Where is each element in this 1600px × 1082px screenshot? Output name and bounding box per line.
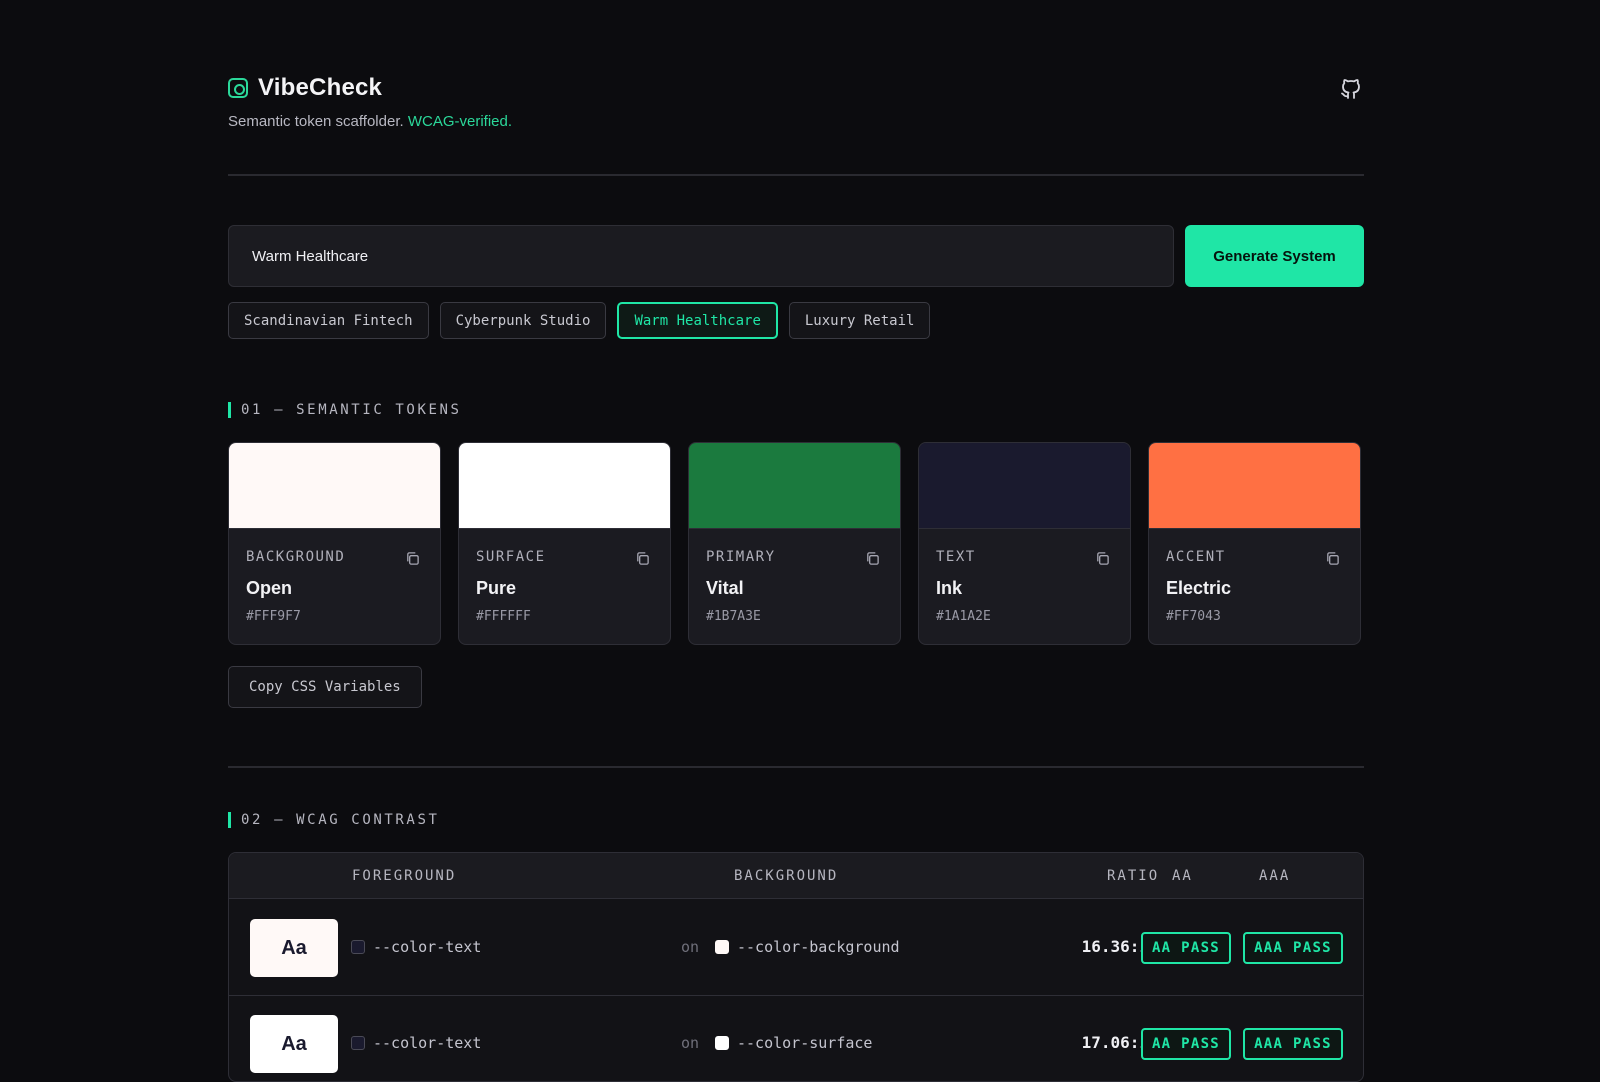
table-header: FOREGROUND BACKGROUND RATIO AA AAA bbox=[229, 853, 1363, 899]
preset-chip-warm-healthcare[interactable]: Warm Healthcare bbox=[617, 302, 778, 339]
color-dot bbox=[351, 1036, 365, 1050]
contrast-ratio: 16.36:1 bbox=[1081, 937, 1149, 956]
preset-list: Scandinavian Fintech Cyberpunk Studio Wa… bbox=[228, 302, 931, 339]
token-role: ACCENT bbox=[1166, 549, 1226, 565]
header-background: BACKGROUND bbox=[734, 868, 839, 884]
background-token-name: --color-background bbox=[737, 938, 900, 956]
color-swatch bbox=[229, 443, 440, 529]
token-hex: #FFFFFF bbox=[476, 609, 531, 624]
section-marker bbox=[228, 812, 231, 828]
aaa-pass-badge: AAA PASS bbox=[1243, 1028, 1343, 1060]
color-swatch bbox=[1149, 443, 1360, 529]
color-swatch bbox=[459, 443, 670, 529]
contrast-ratio: 17.06:1 bbox=[1081, 1033, 1149, 1052]
foreground-token: --color-text bbox=[351, 938, 481, 956]
preset-chip-cyberpunk-studio[interactable]: Cyberpunk Studio bbox=[439, 302, 607, 339]
aaa-pass-badge: AAA PASS bbox=[1243, 932, 1343, 964]
token-name: Ink bbox=[936, 578, 963, 598]
table-row: Aa --color-text on --color-surface 17.06… bbox=[229, 996, 1363, 1081]
header-foreground: FOREGROUND bbox=[352, 868, 457, 884]
on-label: on bbox=[681, 1034, 700, 1052]
section-title-text: 02 — WCAG CONTRAST bbox=[241, 812, 440, 828]
aa-pass-badge: AA PASS bbox=[1141, 1028, 1231, 1060]
token-hex: #FFF9F7 bbox=[246, 609, 301, 624]
token-name: Electric bbox=[1166, 578, 1232, 598]
token-card-text: TEXT Ink #1A1A2E bbox=[918, 442, 1131, 645]
tagline-text: Semantic token scaffolder. bbox=[228, 113, 404, 130]
foreground-token-name: --color-text bbox=[373, 1034, 482, 1052]
chip-icon bbox=[228, 78, 248, 98]
token-card-list: BACKGROUND Open #FFF9F7 SURFACE Pure #FF… bbox=[228, 442, 1361, 645]
header-aa: AA bbox=[1172, 868, 1193, 884]
tagline: Semantic token scaffolder. WCAG-verified… bbox=[228, 113, 512, 130]
background-token: --color-surface bbox=[715, 1034, 872, 1052]
token-name: Vital bbox=[706, 578, 744, 598]
background-token-name: --color-surface bbox=[737, 1034, 873, 1052]
token-card-surface: SURFACE Pure #FFFFFF bbox=[458, 442, 671, 645]
section-divider bbox=[228, 766, 1364, 768]
contrast-table: FOREGROUND BACKGROUND RATIO AA AAA Aa --… bbox=[228, 852, 1364, 1082]
brand: VibeCheck bbox=[228, 74, 382, 102]
token-role: SURFACE bbox=[476, 549, 546, 565]
generate-system-button[interactable]: Generate System bbox=[1185, 225, 1364, 287]
color-dot bbox=[715, 1036, 729, 1050]
token-name: Open bbox=[246, 578, 293, 598]
tagline-accent: WCAG-verified. bbox=[407, 113, 513, 130]
preset-chip-scandinavian-fintech[interactable]: Scandinavian Fintech bbox=[228, 302, 429, 339]
copy-icon[interactable] bbox=[635, 551, 650, 566]
prompt-input[interactable] bbox=[229, 226, 1173, 286]
foreground-token: --color-text bbox=[351, 1034, 481, 1052]
copy-icon[interactable] bbox=[1325, 551, 1340, 566]
section-title-tokens: 01 — SEMANTIC TOKENS bbox=[228, 402, 462, 418]
token-hex: #1A1A2E bbox=[936, 609, 991, 624]
aa-pass-badge: AA PASS bbox=[1141, 932, 1231, 964]
prompt-field[interactable] bbox=[228, 225, 1174, 287]
contrast-preview: Aa bbox=[250, 1015, 338, 1073]
color-dot bbox=[351, 940, 365, 954]
section-marker bbox=[228, 402, 231, 418]
token-hex: #FF7043 bbox=[1166, 609, 1221, 624]
token-card-accent: ACCENT Electric #FF7043 bbox=[1148, 442, 1361, 645]
header-divider bbox=[228, 174, 1364, 176]
on-label: on bbox=[681, 938, 700, 956]
section-title-contrast: 02 — WCAG CONTRAST bbox=[228, 812, 440, 828]
token-role: BACKGROUND bbox=[246, 549, 346, 565]
copy-icon[interactable] bbox=[865, 551, 880, 566]
header-ratio: RATIO bbox=[1107, 868, 1160, 884]
copy-icon[interactable] bbox=[1095, 551, 1110, 566]
color-swatch bbox=[919, 443, 1130, 529]
color-swatch bbox=[689, 443, 900, 529]
token-card-background: BACKGROUND Open #FFF9F7 bbox=[228, 442, 441, 645]
section-title-text: 01 — SEMANTIC TOKENS bbox=[241, 402, 462, 418]
token-role: TEXT bbox=[936, 549, 976, 565]
token-hex: #1B7A3E bbox=[706, 609, 761, 624]
copy-icon[interactable] bbox=[405, 551, 420, 566]
preset-chip-luxury-retail[interactable]: Luxury Retail bbox=[788, 302, 931, 339]
foreground-token-name: --color-text bbox=[373, 938, 482, 956]
token-role: PRIMARY bbox=[706, 549, 776, 565]
github-icon[interactable] bbox=[1339, 77, 1363, 101]
copy-css-variables-button[interactable]: Copy CSS Variables bbox=[228, 666, 422, 708]
header-aaa: AAA bbox=[1259, 868, 1291, 884]
background-token: --color-background bbox=[715, 938, 900, 956]
token-card-primary: PRIMARY Vital #1B7A3E bbox=[688, 442, 901, 645]
token-name: Pure bbox=[476, 578, 517, 598]
color-dot bbox=[715, 940, 729, 954]
contrast-preview: Aa bbox=[250, 919, 338, 977]
table-row: Aa --color-text on --color-background 16… bbox=[229, 900, 1363, 996]
app-name: VibeCheck bbox=[258, 74, 383, 101]
